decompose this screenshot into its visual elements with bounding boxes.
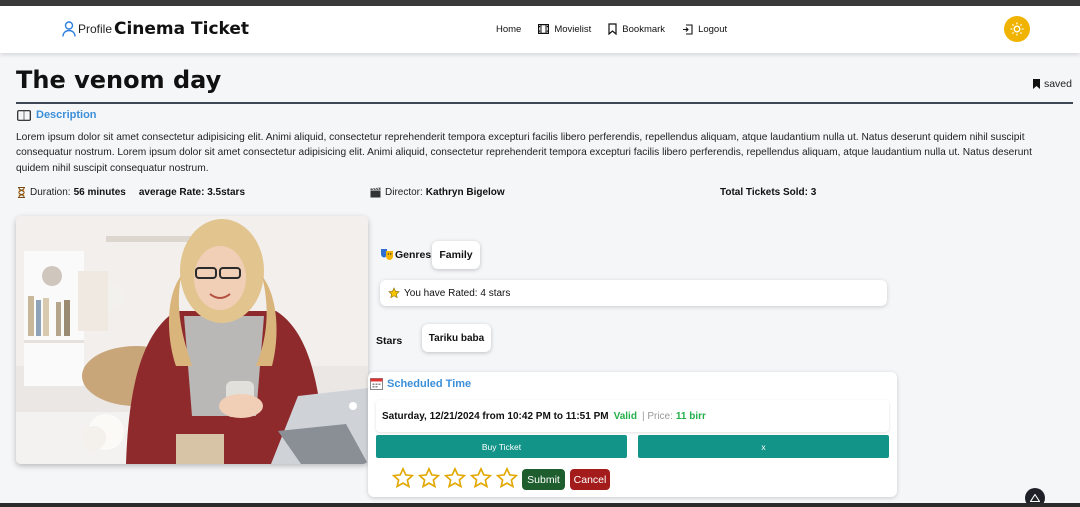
rating-star-1-icon[interactable] bbox=[392, 467, 414, 489]
nav-home[interactable]: Home bbox=[496, 23, 521, 35]
scheduled-heading: Scheduled Time bbox=[370, 377, 471, 390]
star-actor-chip[interactable]: Tariku baba bbox=[422, 324, 491, 352]
director-info: Director: Kathryn Bigelow bbox=[370, 187, 505, 198]
submit-rating-button[interactable]: Submit bbox=[522, 469, 565, 490]
window-bottom-strip bbox=[0, 503, 1080, 507]
duration-value: 56 minutes bbox=[73, 187, 126, 198]
triangle-logo-icon bbox=[1030, 494, 1040, 502]
rating-stars bbox=[392, 467, 518, 489]
cancel-rating-button[interactable]: Cancel bbox=[570, 469, 610, 490]
genres-label: Genres bbox=[395, 248, 432, 261]
duration-info: Duration: 56 minutes average Rate: 3.5st… bbox=[17, 187, 245, 198]
description-heading-label: Description bbox=[36, 109, 97, 121]
title-divider bbox=[16, 102, 1073, 104]
nav-bookmark-label: Bookmark bbox=[622, 23, 666, 35]
calendar-icon bbox=[370, 378, 383, 390]
bookmark-icon bbox=[608, 23, 617, 35]
nav-movielist-label: Movielist bbox=[554, 23, 592, 35]
schedule-item[interactable]: Saturday, 12/21/2024 from 10:42 PM to 11… bbox=[376, 400, 889, 432]
director-label: Director: bbox=[385, 187, 423, 198]
clapperboard-icon bbox=[370, 187, 381, 198]
bookmark-filled-icon bbox=[1032, 79, 1040, 89]
duration-label: Duration: bbox=[30, 187, 71, 198]
stars-label: Stars bbox=[376, 335, 403, 347]
schedule-time: Saturday, 12/21/2024 from 10:42 PM to 11… bbox=[382, 410, 609, 422]
tickets-sold-info: Total Tickets Sold: 3 bbox=[720, 187, 816, 198]
movie-poster-image bbox=[16, 216, 368, 464]
total-tickets-sold: Total Tickets Sold: 3 bbox=[720, 187, 817, 198]
navbar: Profile Cinema Ticket Home Movielist Boo… bbox=[0, 6, 1080, 53]
nav-links: Home Movielist Bookmark Logout bbox=[496, 23, 744, 35]
rating-star-2-icon[interactable] bbox=[418, 467, 440, 489]
genre-chip[interactable]: Family bbox=[432, 241, 480, 269]
profile-link[interactable]: Profile bbox=[62, 21, 112, 37]
saved-bookmark[interactable]: saved bbox=[1032, 78, 1072, 90]
logout-icon bbox=[683, 23, 693, 35]
average-rate: average Rate: 3.5stars bbox=[138, 187, 246, 198]
hourglass-icon bbox=[18, 187, 25, 198]
nav-home-label: Home bbox=[496, 23, 522, 35]
description-heading: Description bbox=[17, 109, 97, 121]
film-icon bbox=[538, 24, 550, 34]
sun-icon bbox=[1010, 22, 1024, 36]
nav-logout[interactable]: Logout bbox=[682, 23, 727, 35]
nav-movielist[interactable]: Movielist bbox=[538, 23, 591, 35]
director-value: Kathryn Bigelow bbox=[425, 187, 505, 198]
schedule-status: Valid bbox=[613, 410, 637, 422]
user-icon bbox=[62, 21, 76, 37]
rating-star-5-icon[interactable] bbox=[496, 467, 518, 489]
nav-bookmark[interactable]: Bookmark bbox=[608, 23, 665, 35]
rating-star-3-icon[interactable] bbox=[444, 467, 466, 489]
close-schedule-button[interactable]: x bbox=[638, 435, 889, 458]
user-rating-card: You have Rated: 4 stars bbox=[380, 280, 887, 306]
profile-label: Profile bbox=[78, 22, 113, 36]
user-rating-text: You have Rated: 4 stars bbox=[404, 287, 511, 299]
scheduled-heading-label: Scheduled Time bbox=[387, 377, 472, 390]
price-value: 11 birr bbox=[675, 410, 706, 422]
price-label: | Price: bbox=[641, 410, 673, 422]
movie-description: Lorem ipsum dolor sit amet consectetur a… bbox=[16, 132, 1032, 174]
brand-title[interactable]: Cinema Ticket bbox=[114, 19, 249, 39]
genres-label-row: Genres bbox=[380, 248, 431, 261]
saved-label: saved bbox=[1043, 78, 1072, 90]
book-icon bbox=[17, 109, 31, 121]
buy-ticket-button[interactable]: Buy Ticket bbox=[376, 435, 627, 458]
nav-logout-label: Logout bbox=[698, 23, 728, 35]
rating-star-4-icon[interactable] bbox=[470, 467, 492, 489]
theme-toggle-button[interactable] bbox=[1004, 16, 1030, 42]
movie-title: The venom day bbox=[16, 66, 222, 94]
theater-masks-icon bbox=[381, 249, 393, 260]
star-icon bbox=[388, 287, 400, 299]
